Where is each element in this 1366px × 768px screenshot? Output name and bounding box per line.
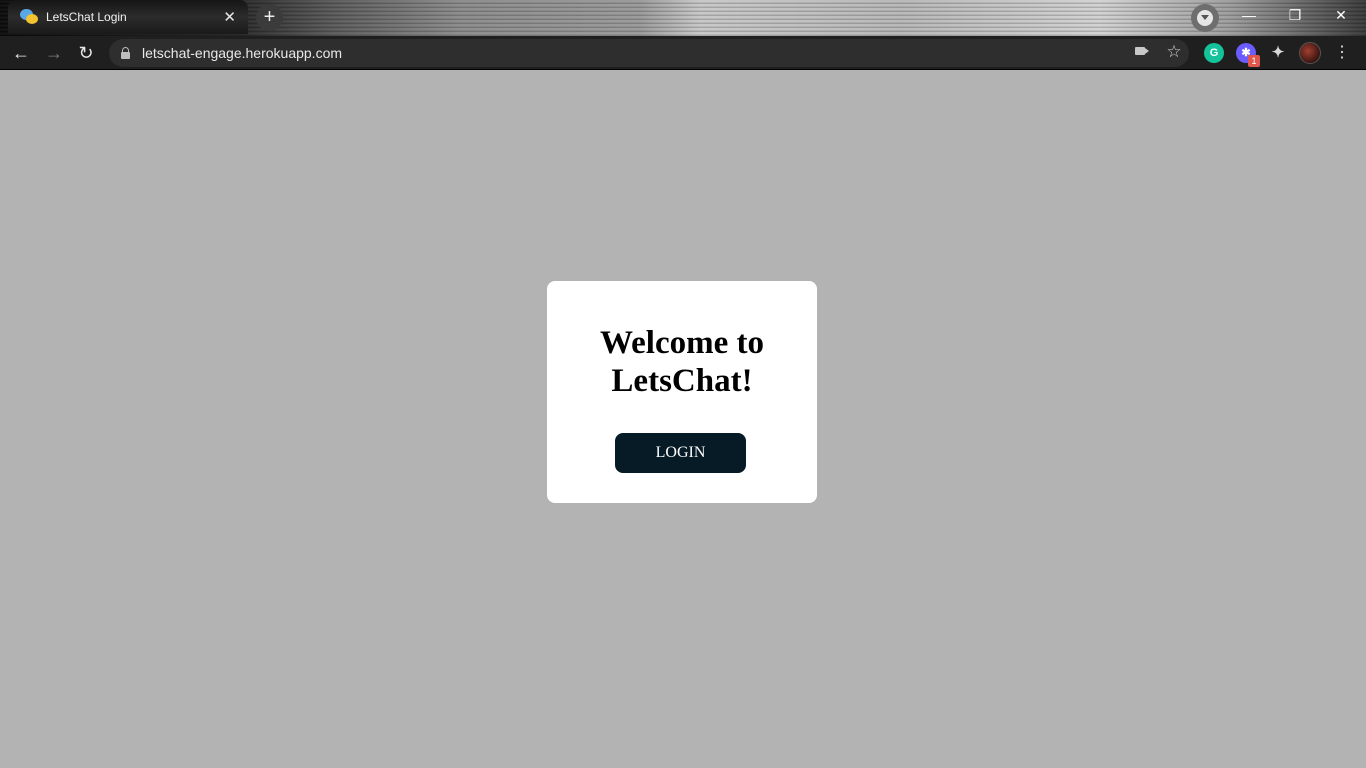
tab-close-icon[interactable]: ✕	[223, 10, 236, 25]
back-button[interactable]: ←	[8, 40, 34, 66]
extension-badge: 1	[1248, 55, 1260, 67]
reload-button[interactable]: ↻	[73, 40, 99, 66]
login-card: Welcome to LetsChat! LOGIN	[547, 281, 817, 503]
minimize-button[interactable]: —	[1226, 0, 1272, 30]
bookmark-star-icon[interactable]: ☆	[1163, 41, 1185, 63]
tab-title: LetsChat Login	[46, 10, 127, 24]
url-text[interactable]: letschat-engage.herokuapp.com	[142, 45, 342, 61]
avatar[interactable]	[1299, 42, 1321, 64]
close-window-button[interactable]: ✕	[1318, 0, 1364, 30]
chevron-down-icon	[1197, 10, 1213, 26]
page-viewport: Welcome to LetsChat! LOGIN	[0, 70, 1366, 768]
camera-icon[interactable]	[1135, 47, 1145, 55]
browser-toolbar: ← → ↻ letschat-engage.herokuapp.com ☆ G …	[0, 36, 1366, 70]
welcome-heading: Welcome to LetsChat!	[599, 325, 765, 399]
grammarly-extension-icon[interactable]: G	[1204, 43, 1224, 63]
lock-icon[interactable]	[121, 47, 130, 59]
restore-button[interactable]: ❐	[1272, 0, 1318, 30]
tab-search-button[interactable]	[1191, 4, 1219, 32]
address-bar[interactable]: letschat-engage.herokuapp.com	[109, 39, 1189, 67]
chat-bubbles-icon	[20, 8, 38, 26]
browser-tab[interactable]: LetsChat Login ✕	[8, 0, 248, 34]
tab-strip: LetsChat Login ✕ + — ❐ ✕	[0, 0, 1366, 36]
new-tab-button[interactable]: +	[256, 4, 283, 31]
login-button[interactable]: LOGIN	[615, 433, 746, 473]
extensions-puzzle-icon[interactable]: ✦	[1268, 43, 1288, 63]
kebab-menu-icon[interactable]: ⋮	[1334, 41, 1350, 65]
forward-button[interactable]: →	[41, 40, 67, 66]
